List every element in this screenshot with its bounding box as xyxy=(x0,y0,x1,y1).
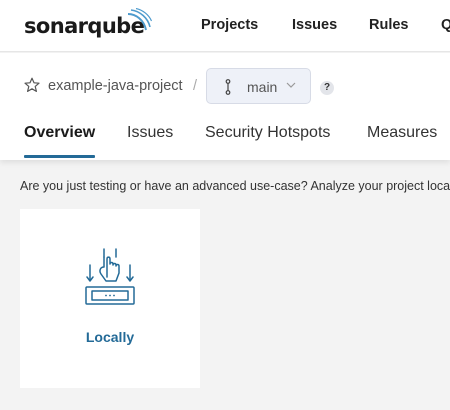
nav-issues[interactable]: Issues xyxy=(292,17,337,33)
tab-measures[interactable]: Measures xyxy=(367,124,437,142)
tab-overview[interactable]: Overview xyxy=(24,124,95,142)
favorite-star-icon[interactable] xyxy=(24,77,40,93)
project-name-link[interactable]: example-java-project xyxy=(48,78,183,94)
local-analysis-icon xyxy=(85,248,135,305)
help-icon[interactable]: ? xyxy=(320,81,334,95)
sonarqube-logo[interactable]: sonarqube xyxy=(24,8,152,41)
breadcrumb-separator: / xyxy=(193,78,198,94)
analyze-locally-card[interactable]: Locally xyxy=(20,209,200,388)
project-header: example-java-project / main ? Overview I… xyxy=(0,53,450,160)
branch-name: main xyxy=(247,79,278,95)
chevron-down-icon xyxy=(286,82,296,88)
top-navbar: sonarqube Projects Issues Rules Q xyxy=(0,0,450,52)
tab-security-hotspots[interactable]: Security Hotspots xyxy=(205,124,330,142)
branch-icon xyxy=(225,79,231,95)
tab-issues[interactable]: Issues xyxy=(127,124,173,142)
nav-quality-profiles[interactable]: Q xyxy=(441,17,450,33)
logo-waves-icon xyxy=(127,8,152,31)
active-tab-indicator xyxy=(24,155,95,158)
nav-projects[interactable]: Projects xyxy=(201,17,258,33)
nav-rules[interactable]: Rules xyxy=(369,17,409,33)
branch-selector[interactable]: main xyxy=(206,68,311,104)
card-label-locally: Locally xyxy=(85,329,135,345)
intro-text: Are you just testing or have an advanced… xyxy=(20,179,450,193)
